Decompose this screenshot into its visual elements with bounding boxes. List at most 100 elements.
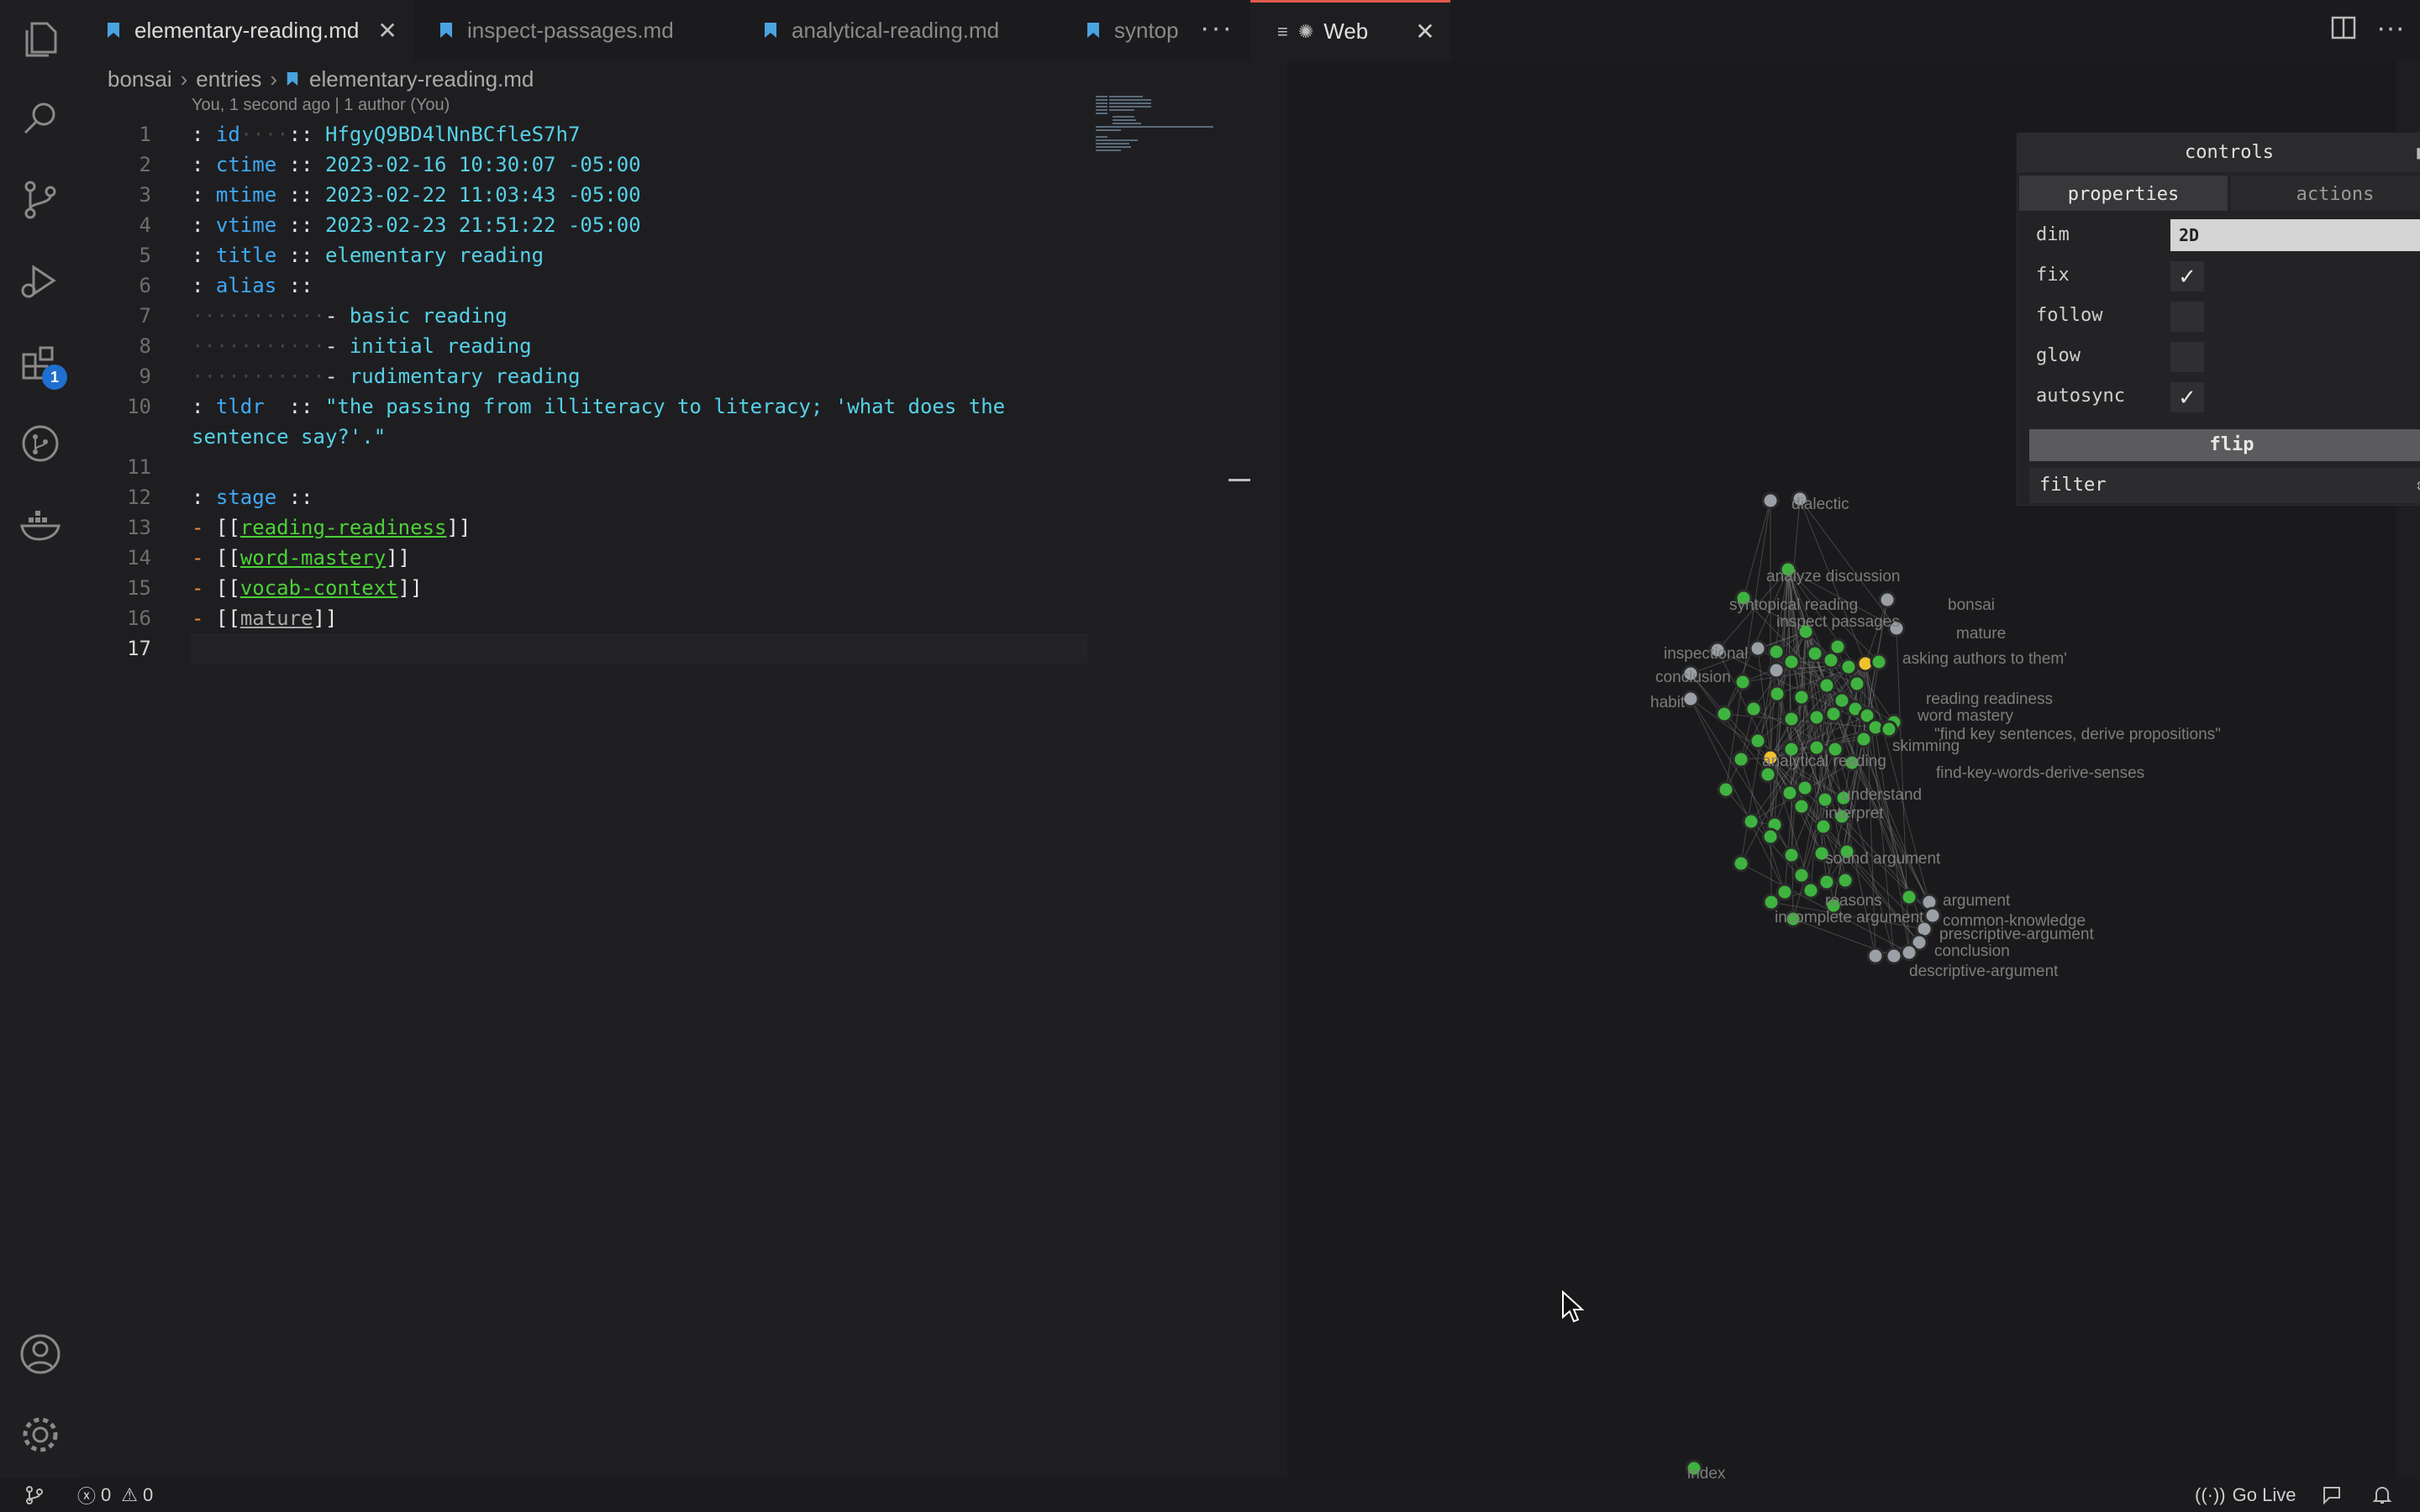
wikilink[interactable]: mature xyxy=(240,606,313,630)
follow-checkbox[interactable] xyxy=(2170,302,2204,332)
graph-node[interactable] xyxy=(1818,873,1836,891)
breadcrumb-item[interactable]: bonsai xyxy=(108,66,172,92)
glow-row: glow xyxy=(2018,335,2420,375)
graph-node[interactable] xyxy=(1768,685,1786,703)
yaml-value: 2023-02-22 11:03:43 -05:00 xyxy=(324,183,641,207)
graph-node[interactable] xyxy=(1733,673,1752,691)
graph-node[interactable] xyxy=(1885,947,1903,965)
wikilink[interactable]: reading-readiness xyxy=(240,516,447,539)
yaml-key: id xyxy=(215,123,240,146)
minimap[interactable] xyxy=(1096,92,1222,160)
graph-node[interactable] xyxy=(1792,866,1811,885)
graph-node[interactable] xyxy=(1761,491,1780,510)
graph-node[interactable] xyxy=(1839,658,1858,676)
graph-node[interactable] xyxy=(1900,943,1918,962)
close-tab-icon[interactable]: ✕ xyxy=(377,17,397,45)
controls-tabs: properties actions xyxy=(2018,172,2420,211)
graph-node[interactable] xyxy=(1749,732,1767,750)
graph-node[interactable] xyxy=(1742,812,1760,831)
graph-node[interactable] xyxy=(1824,705,1843,723)
split-editor-icon[interactable] xyxy=(2331,15,2356,40)
tab-elementary-reading[interactable]: elementary-reading.md ✕ xyxy=(81,0,413,60)
breadcrumb-item[interactable]: entries xyxy=(196,66,261,92)
graph-node[interactable] xyxy=(1782,710,1801,728)
graph-node-label: find-key-words-derive-senses xyxy=(1936,764,2144,782)
remote-icon[interactable] xyxy=(24,1478,45,1512)
wikilink[interactable]: word-mastery xyxy=(240,546,386,570)
graph-node[interactable] xyxy=(1767,661,1786,680)
controls-header[interactable]: controls ❚❚ xyxy=(2018,134,2420,172)
graph-node[interactable] xyxy=(1828,638,1847,656)
graph-node[interactable] xyxy=(1878,591,1897,609)
graph-node[interactable] xyxy=(1836,871,1854,890)
bell-icon[interactable] xyxy=(2371,1478,2393,1512)
close-tab-icon[interactable]: ✕ xyxy=(1415,18,1434,45)
more-actions-icon[interactable]: ··· xyxy=(1200,12,1234,45)
graph-node[interactable] xyxy=(1744,700,1763,718)
graph-node[interactable] xyxy=(1732,854,1750,873)
graph-node[interactable] xyxy=(1848,675,1866,693)
autosync-checkbox[interactable]: ✓ xyxy=(2170,382,2204,412)
graph-node[interactable] xyxy=(1870,653,1888,671)
breadcrumb-item[interactable]: elementary-reading.md xyxy=(309,66,534,92)
graph-node[interactable] xyxy=(1681,690,1700,708)
scrollbar-marker[interactable] xyxy=(1228,479,1250,481)
glow-checkbox[interactable] xyxy=(2170,342,2204,372)
filter-folder[interactable]: filter ⇕ xyxy=(2029,468,2420,503)
wikilink[interactable]: vocab-context xyxy=(240,576,398,600)
extensions-icon[interactable]: 1 xyxy=(15,338,67,390)
problems-indicator[interactable]: ⓧ 0 ⚠ 0 xyxy=(77,1478,153,1512)
search-icon[interactable] xyxy=(15,94,66,144)
graph-node[interactable] xyxy=(1900,888,1918,906)
fix-checkbox[interactable]: ✓ xyxy=(2170,261,2204,291)
line-number: 7 xyxy=(139,304,151,328)
graph-node[interactable] xyxy=(1792,797,1811,816)
feedback-icon[interactable] xyxy=(2321,1478,2343,1512)
graph-node[interactable] xyxy=(1732,750,1750,769)
graph-node[interactable] xyxy=(1818,676,1836,695)
graph-node[interactable] xyxy=(1866,947,1885,965)
tab-syntopical[interactable]: syntop xyxy=(1060,0,1195,60)
graph-node[interactable] xyxy=(1796,779,1814,797)
markdown-file-icon xyxy=(440,23,452,38)
graph-node[interactable] xyxy=(1781,784,1799,802)
settings-gear-icon[interactable] xyxy=(15,1410,66,1460)
source-control-icon[interactable] xyxy=(15,175,66,225)
graph-node[interactable] xyxy=(1792,688,1811,706)
graph-node[interactable] xyxy=(1782,846,1801,864)
graph-canvas[interactable]: dialectic analyze discussion bonsai matu… xyxy=(1287,60,2420,1478)
tab-web[interactable]: ≡ ✺ Web ✕ xyxy=(1250,0,1450,60)
tab-actions[interactable]: actions xyxy=(2231,176,2420,211)
go-live-button[interactable]: ((·)) Go Live xyxy=(2195,1478,2296,1512)
run-debug-icon[interactable] xyxy=(15,255,66,306)
line-number: 14 xyxy=(127,546,151,570)
account-icon[interactable] xyxy=(15,1329,66,1379)
graph-node[interactable] xyxy=(1880,720,1898,738)
graph-node[interactable] xyxy=(1782,653,1801,671)
explorer-icon[interactable] xyxy=(15,13,66,64)
tab-analytical-reading[interactable]: analytical-reading.md xyxy=(738,0,1060,60)
graph-node[interactable] xyxy=(1762,893,1781,911)
extensions-badge: 1 xyxy=(42,365,67,390)
graph-node[interactable] xyxy=(1776,883,1794,901)
pause-icon[interactable]: ❚❚ xyxy=(2415,134,2420,172)
graph-node[interactable] xyxy=(1806,644,1824,663)
graph-node[interactable] xyxy=(1749,639,1767,658)
git-graph-icon[interactable] xyxy=(15,418,66,469)
web-graph-icon: ✺ xyxy=(1297,20,1314,42)
graph-node[interactable] xyxy=(1854,730,1873,748)
graph-node[interactable] xyxy=(1761,827,1780,846)
docker-icon[interactable] xyxy=(15,499,66,549)
graph-node[interactable] xyxy=(1802,881,1820,900)
graph-node[interactable] xyxy=(1715,705,1733,723)
flip-button[interactable]: flip xyxy=(2029,429,2420,461)
more-actions-icon[interactable]: ··· xyxy=(2376,12,2405,45)
graph-node[interactable] xyxy=(1807,708,1826,727)
yaml-key: title xyxy=(215,244,277,267)
tab-properties[interactable]: properties xyxy=(2019,176,2228,211)
graph-node[interactable] xyxy=(1717,780,1735,799)
dim-select[interactable]: 2D▼ xyxy=(2170,219,2420,251)
tab-inspect-passages[interactable]: inspect-passages.md xyxy=(413,0,738,60)
graph-node[interactable] xyxy=(1767,643,1786,661)
yaml-list-value: initial reading xyxy=(349,334,532,358)
